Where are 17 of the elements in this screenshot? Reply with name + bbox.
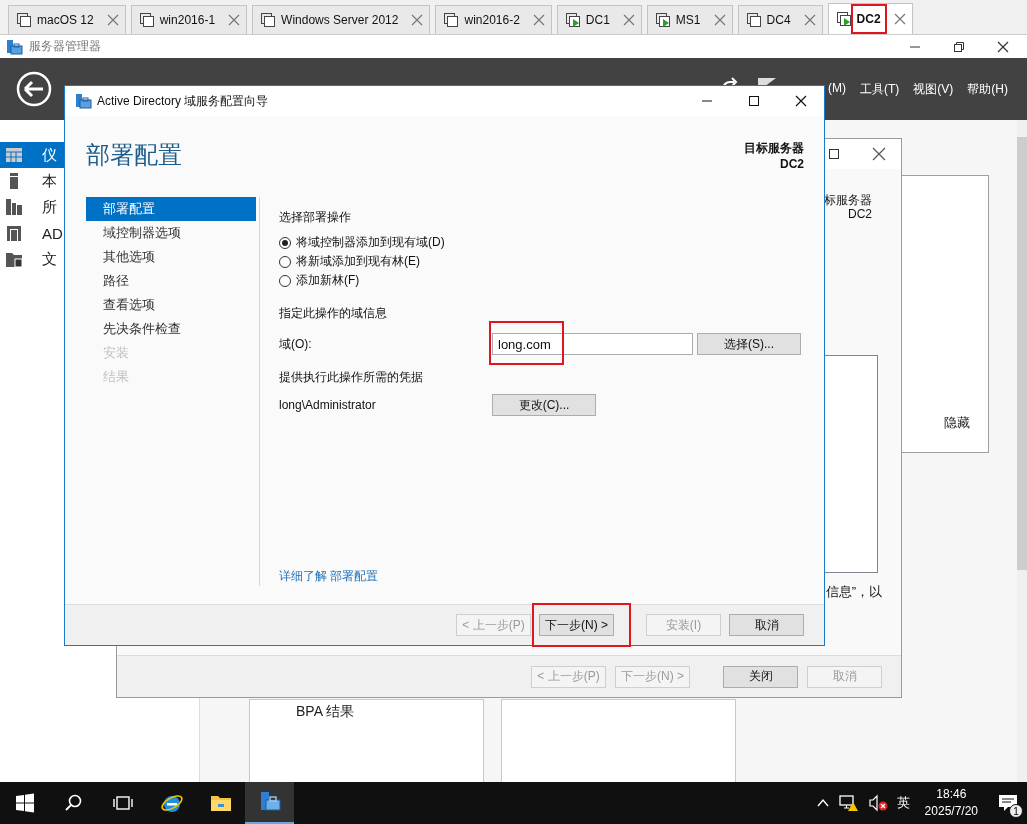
clock-date: 2025/7/20 <box>924 803 978 820</box>
clock-time: 18:46 <box>936 786 967 803</box>
notification-badge: 1 <box>1009 804 1023 818</box>
page-heading: 部署配置 <box>86 140 182 170</box>
target-server-name: DC2 <box>848 207 872 221</box>
user-name: long\Administrator <box>279 398 377 412</box>
field-label: 域(O): <box>279 335 313 353</box>
window-title: Active Directory 域服务配置向导 <box>97 92 269 110</box>
target-server-name: DC2 <box>779 156 804 172</box>
window-title: 服务器管理器 <box>29 38 101 55</box>
target-server-label: 标服务器 <box>824 193 872 207</box>
description-text: 信息”，以 <box>825 583 882 601</box>
section-label: 指定此操作的域信息 <box>279 306 388 320</box>
target-server-label: 目标服务器 <box>744 140 804 156</box>
section-label: 选择部署操作 <box>279 210 352 224</box>
tile-title: BPA 结果 <box>296 703 355 719</box>
section-label: 提供执行此操作所需的凭据 <box>279 370 424 384</box>
